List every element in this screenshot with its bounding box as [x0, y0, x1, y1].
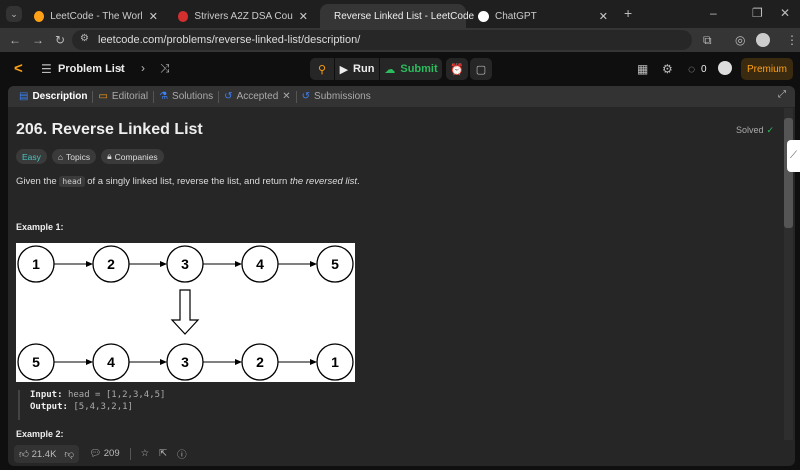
topics-button[interactable]: ⌂ Topics	[51, 149, 97, 164]
companies-button[interactable]: 🔒︎ Companies	[101, 149, 164, 164]
flask-icon: ⚗	[159, 91, 169, 102]
site-info-icon[interactable]: ⚙	[80, 33, 89, 44]
problem-list-link[interactable]: Problem List	[58, 63, 125, 75]
reload-icon[interactable]: ↻	[55, 33, 65, 47]
help-icon[interactable]: ⓘ	[177, 447, 187, 461]
scrollbar-thumb[interactable]	[784, 118, 793, 228]
layout-icon[interactable]: ▦	[637, 62, 648, 76]
difficulty-badge: Easy	[16, 149, 47, 164]
tab-accepted[interactable]: ↺ Accepted ✕	[219, 91, 295, 102]
expand-icon[interactable]: ⤢	[778, 89, 786, 100]
user-avatar[interactable]	[718, 61, 732, 75]
node-value: 2	[107, 256, 115, 272]
book-icon: ▭	[98, 91, 108, 102]
tag-row: Easy ⌂ Topics 🔒︎ Companies	[16, 149, 164, 164]
back-icon[interactable]: ←	[9, 33, 21, 47]
vote-group: 👍︎ 21.4K 👎︎	[14, 444, 80, 463]
browser-tab[interactable]: ChatGPT ✕	[470, 4, 616, 28]
node-value: 1	[331, 354, 339, 370]
list-icon: ☰	[41, 62, 52, 76]
timer-button[interactable]: ⏰	[446, 58, 468, 80]
browser-tab-bar: ⌄ LeetCode - The World's Leading✕ Strive…	[0, 0, 800, 28]
menu-icon[interactable]: ⋮	[786, 33, 798, 47]
check-circle-icon: ✓	[766, 125, 775, 135]
premium-button[interactable]: Premium	[741, 58, 793, 80]
lock-icon: 🔒︎	[107, 151, 112, 161]
history-icon: ↺	[224, 91, 233, 102]
description-icon: ▤	[19, 91, 29, 102]
streak-count: 0	[701, 64, 707, 75]
close-window-button[interactable]: ✕	[780, 6, 790, 20]
leetcode-header: < ☰ Problem List ‹ › ⤨ ⚲ ▶ Run ☁ Submit ⏰ …	[0, 52, 800, 86]
node-value: 4	[107, 354, 115, 370]
tab-solutions[interactable]: ⚗ Solutions	[154, 91, 218, 102]
dislike-button[interactable]: 👎︎	[64, 448, 74, 460]
chatgpt-favicon	[478, 10, 489, 22]
node-value: 2	[256, 354, 264, 370]
tag-icon: ⌂	[57, 151, 64, 162]
streak-icon[interactable]: ◌	[688, 62, 695, 76]
forward-icon[interactable]: →	[32, 33, 44, 47]
node-value: 3	[181, 256, 189, 272]
node-value: 1	[32, 256, 40, 272]
tab-search-button[interactable]: ⌄	[6, 6, 22, 22]
problem-title: 206. Reverse Linked List	[16, 121, 203, 138]
submit-button[interactable]: ☁ Submit	[380, 58, 442, 80]
node-value: 4	[256, 256, 264, 272]
close-icon[interactable]: ✕	[282, 91, 290, 102]
comments-button[interactable]: 💬︎ 209	[89, 448, 120, 459]
footer-bar: 👍︎ 21.4K 👎︎ 💬︎ 209 ☆ ⇱ ⓘ	[8, 441, 795, 466]
close-icon[interactable]: ✕	[599, 10, 608, 23]
example-1-diagram: 1 2 3 4 5 5 4 3 2 1	[16, 243, 355, 382]
like-button[interactable]: 👍︎ 21.4K	[19, 448, 56, 460]
next-problem-button[interactable]: ›	[141, 61, 145, 75]
example-1-heading: Example 1:	[16, 222, 64, 232]
share-icon[interactable]: ⇱	[159, 448, 167, 459]
browser-tab[interactable]: Strivers A2Z DSA Course/Sheet✕	[170, 4, 316, 28]
minimize-button[interactable]: –	[710, 6, 717, 20]
problem-description: Given the head of a singly linked list, …	[16, 176, 360, 187]
tab-submissions[interactable]: ↺ Submissions	[297, 91, 376, 102]
node-value: 5	[331, 256, 339, 272]
side-extension-tab[interactable]: ⟋	[787, 140, 800, 172]
settings-icon[interactable]: ⚙	[662, 62, 673, 76]
favorite-star-icon[interactable]: ☆	[141, 448, 150, 459]
tab-description[interactable]: ▤ Description	[14, 91, 92, 102]
shuffle-icon[interactable]: ⤨	[160, 61, 170, 76]
description-panel: ▤ Description ▭ Editorial ⚗ Solutions ↺ Acce…	[8, 86, 795, 466]
history-icon: ↺	[301, 91, 311, 102]
browser-tab[interactable]: LeetCode - The World's Leading✕	[26, 4, 166, 28]
browser-tab-active[interactable]: Reverse Linked List - LeetCode✕	[320, 4, 489, 28]
play-icon: ▶	[339, 63, 349, 76]
solved-status: Solved ✓	[736, 125, 775, 135]
close-icon[interactable]: ✕	[299, 10, 308, 23]
extension-icon[interactable]: ◎	[735, 33, 745, 47]
node-value: 3	[181, 354, 189, 370]
example-1-io: Input: head = [1,2,3,4,5] Output: [5,4,3…	[18, 390, 165, 420]
new-tab-button[interactable]: +	[624, 5, 632, 21]
cloud-upload-icon: ☁	[384, 63, 396, 76]
run-button[interactable]: ▶ Run	[335, 58, 379, 80]
restore-button[interactable]: ❐	[752, 6, 763, 20]
url-field[interactable]: ⚙ leetcode.com/problems/reverse-linked-l…	[72, 30, 692, 50]
tab-editorial[interactable]: ▭ Editorial	[93, 91, 153, 102]
example-2-heading: Example 2:	[16, 429, 64, 439]
close-icon[interactable]: ✕	[149, 10, 158, 23]
node-value: 5	[32, 354, 40, 370]
prev-problem-button[interactable]: ‹	[119, 61, 123, 75]
extensions-icon[interactable]: ⧉	[703, 33, 712, 48]
notes-button[interactable]: ▢	[470, 58, 492, 80]
panel-tabs: ▤ Description ▭ Editorial ⚗ Solutions ↺ Acce…	[8, 86, 795, 107]
leetcode-logo[interactable]: <	[14, 60, 23, 77]
tuf-favicon	[178, 10, 189, 22]
profile-avatar[interactable]	[756, 33, 770, 47]
leetcode-favicon	[34, 10, 45, 22]
debug-button[interactable]: ⚲	[310, 58, 334, 80]
